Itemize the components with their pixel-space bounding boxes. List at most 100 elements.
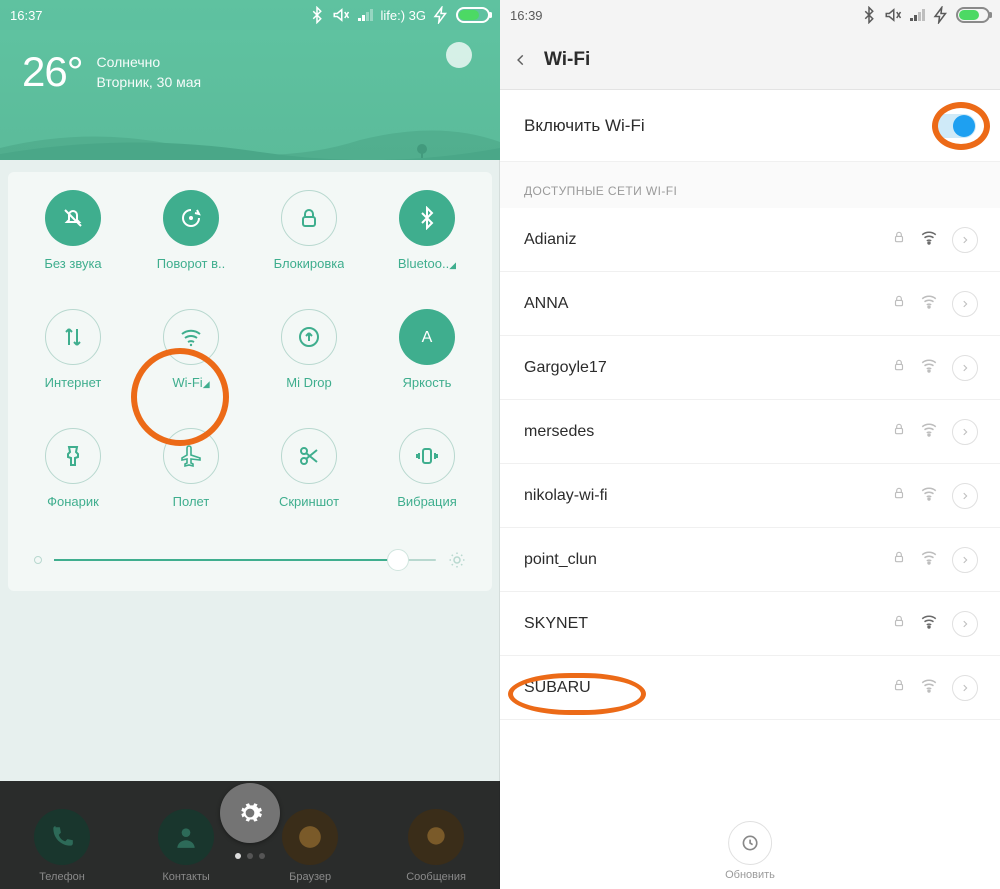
wifi-toggle[interactable] — [932, 114, 976, 138]
network-details-button[interactable] — [952, 483, 978, 509]
toggle-label: Блокировка — [274, 256, 345, 271]
toggle-label: Скриншот — [279, 494, 339, 509]
network-name: mersedes — [524, 423, 878, 441]
network-name: SKYNET — [524, 615, 878, 633]
wifi-signal-icon — [920, 228, 938, 251]
toggle-label: Mi Drop — [286, 375, 332, 390]
toggle-label: Bluetoo..◢ — [398, 256, 456, 271]
weather-temp: 26° — [22, 48, 83, 96]
status-bar: 16:39 — [500, 0, 1000, 30]
signal-icon — [908, 6, 926, 24]
mute-icon — [332, 6, 350, 24]
network-row[interactable]: mersedes — [500, 400, 1000, 464]
network-row[interactable]: Adianiz — [500, 208, 1000, 272]
toggle-label: Яркость — [403, 375, 452, 390]
network-row[interactable]: SKYNET — [500, 592, 1000, 656]
toggle-vibe[interactable]: Вибрация — [368, 428, 486, 509]
vibrate-icon — [399, 428, 455, 484]
quick-settings-screen: 16:37 life:) 3G 26° Солнечно Вторник, 30… — [0, 0, 500, 889]
toggle-plane[interactable]: Полет — [132, 428, 250, 509]
network-name: Adianiz — [524, 231, 878, 249]
signal-icon — [356, 6, 374, 24]
bell-off-icon — [45, 190, 101, 246]
screen-header: Wi-Fi — [500, 30, 1000, 90]
wifi-signal-icon — [920, 612, 938, 635]
toggle-data[interactable]: Интернет — [14, 309, 132, 390]
brightness-slider[interactable] — [54, 559, 436, 561]
network-details-button[interactable] — [952, 611, 978, 637]
wifi-enable-row[interactable]: Включить Wi-Fi — [500, 90, 1000, 162]
lock-icon — [892, 230, 906, 249]
status-time: 16:37 — [10, 8, 43, 23]
network-details-button[interactable] — [952, 227, 978, 253]
toggle-lock[interactable]: Блокировка — [250, 190, 368, 271]
wifi-signal-icon — [920, 676, 938, 699]
toggle-bright[interactable]: AЯркость — [368, 309, 486, 390]
weather-date: Вторник, 30 мая — [97, 72, 202, 92]
wifi-signal-icon — [920, 356, 938, 379]
hills-illustration — [0, 118, 500, 160]
toggle-torch[interactable]: Фонарик — [14, 428, 132, 509]
page-title: Wi-Fi — [544, 49, 590, 71]
toggle-bt[interactable]: Bluetoo..◢ — [368, 190, 486, 271]
dock-phone[interactable]: Телефон — [34, 809, 90, 883]
network-details-button[interactable] — [952, 547, 978, 573]
dock-browser[interactable]: Браузер — [282, 809, 338, 883]
network-row[interactable]: Gargoyle17 — [500, 336, 1000, 400]
dock-messages[interactable]: Сообщения — [406, 809, 466, 883]
lock-icon — [892, 678, 906, 697]
bluetooth-icon — [860, 6, 878, 24]
toggle-label: Полет — [173, 494, 210, 509]
network-details-button[interactable] — [952, 675, 978, 701]
lock-icon — [281, 190, 337, 246]
network-row[interactable]: ANNA — [500, 272, 1000, 336]
rotate-icon — [163, 190, 219, 246]
midrop-icon — [281, 309, 337, 365]
network-name: point_clun — [524, 551, 878, 569]
toggle-label: Wi-Fi◢ — [172, 375, 209, 390]
scissors-icon — [281, 428, 337, 484]
network-name: Gargoyle17 — [524, 359, 878, 377]
back-button[interactable] — [514, 53, 528, 67]
lock-icon — [892, 486, 906, 505]
toggle-midrop[interactable]: Mi Drop — [250, 309, 368, 390]
network-name: SUBARU — [524, 679, 878, 697]
page-indicator — [235, 853, 265, 859]
wifi-signal-icon — [920, 292, 938, 315]
weather-widget[interactable]: 26° Солнечно Вторник, 30 мая — [0, 30, 500, 160]
lock-icon — [892, 294, 906, 313]
quick-toggle-panel: Без звука Поворот в.. Блокировка Bluetoo..◢… — [8, 172, 492, 591]
brightness-slider-row — [14, 551, 486, 569]
wifi-signal-icon — [920, 548, 938, 571]
bluetooth-icon — [308, 6, 326, 24]
toggle-silent[interactable]: Без звука — [14, 190, 132, 271]
torch-icon — [45, 428, 101, 484]
refresh-area: Обновить — [725, 821, 775, 881]
lock-icon — [892, 358, 906, 377]
lock-icon — [892, 550, 906, 569]
mute-icon — [884, 6, 902, 24]
flash-icon — [432, 6, 450, 24]
settings-button[interactable] — [220, 783, 280, 843]
refresh-button[interactable] — [728, 821, 772, 865]
wifi-enable-label: Включить Wi-Fi — [524, 116, 645, 136]
sun-illustration — [446, 42, 472, 68]
dock-contacts[interactable]: Контакты — [158, 809, 214, 883]
bluetooth-icon — [399, 190, 455, 246]
network-details-button[interactable] — [952, 291, 978, 317]
wifi-signal-icon — [920, 484, 938, 507]
network-row[interactable]: SUBARU — [500, 656, 1000, 720]
brightness-thumb[interactable] — [387, 549, 409, 571]
available-networks-heading: ДОСТУПНЫЕ СЕТИ WI-FI — [500, 162, 1000, 208]
network-row[interactable]: nikolay-wi-fi — [500, 464, 1000, 528]
toggle-rotate[interactable]: Поворот в.. — [132, 190, 250, 271]
battery-icon — [956, 7, 990, 23]
toggle-wifi[interactable]: Wi-Fi◢ — [132, 309, 250, 390]
network-details-button[interactable] — [952, 355, 978, 381]
network-row[interactable]: point_clun — [500, 528, 1000, 592]
status-bar: 16:37 life:) 3G — [0, 0, 500, 30]
network-details-button[interactable] — [952, 419, 978, 445]
lock-icon — [892, 614, 906, 633]
toggle-label: Без звука — [44, 256, 101, 271]
toggle-shot[interactable]: Скриншот — [250, 428, 368, 509]
